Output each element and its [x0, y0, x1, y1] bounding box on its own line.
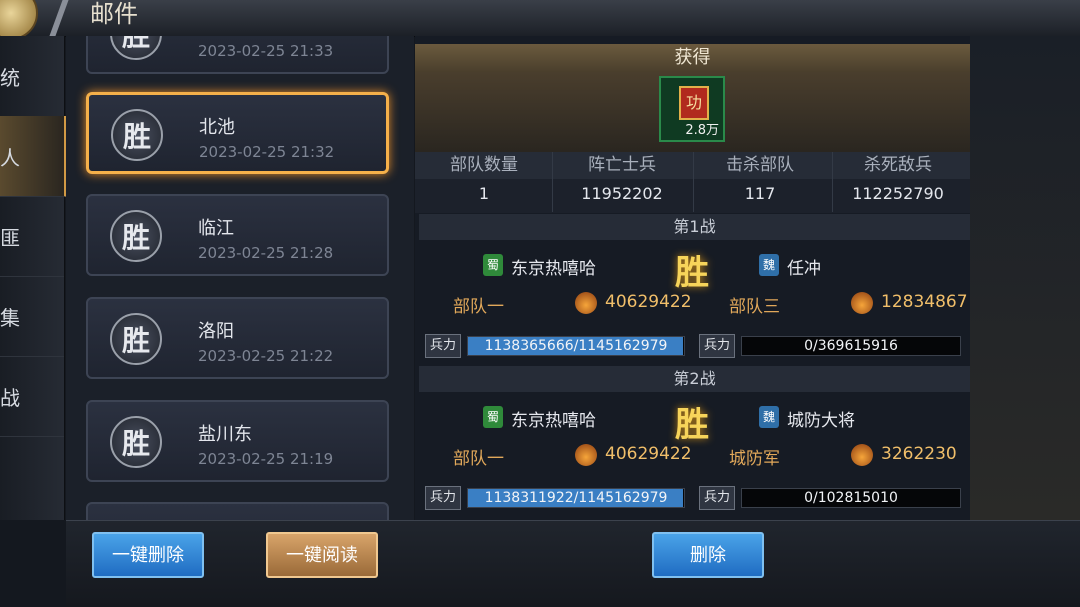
read-all-button[interactable]: 一键阅读 [266, 532, 378, 578]
reward-area: 功 2.8万 [415, 72, 970, 152]
player-name: 任冲 [787, 259, 821, 279]
tab-gather[interactable]: 集 [0, 276, 64, 357]
mail-time: 2023-02-25 21:33 [198, 42, 334, 60]
mail-time: 2023-02-25 21:19 [198, 450, 334, 468]
mail-location: 洛阳 [198, 321, 234, 342]
troop-bar: 0/102815010 [741, 488, 961, 508]
troop-count: 0/102815010 [804, 490, 898, 506]
tab-label: 战 [0, 386, 20, 410]
mail-item[interactable]: 胜 盐川东 2023-02-25 21:19 [86, 400, 389, 482]
delete-button[interactable]: 删除 [652, 532, 764, 578]
unit-name: 部队三 [729, 297, 780, 317]
mail-item[interactable]: 胜 2023-02-25 21:33 [86, 36, 389, 74]
tab-personal[interactable]: 人 [0, 116, 67, 197]
power-icon [851, 292, 873, 314]
troop-button[interactable]: 兵力 [699, 334, 735, 358]
combat-power: 40629422 [605, 292, 692, 312]
reward-amount: 2.8万 [685, 123, 719, 138]
wei-faction-icon: 魏 [759, 254, 779, 276]
mail-item[interactable]: 胜 临江 2023-02-25 21:28 [86, 194, 389, 276]
stat-header: 杀死敌兵 [864, 155, 932, 175]
victory-badge-icon: 胜 [110, 36, 162, 60]
power-icon [575, 292, 597, 314]
mail-location: 北池 [199, 117, 235, 138]
delete-all-button[interactable]: 一键删除 [92, 532, 204, 578]
defender: 魏 任冲 部队三 12834867 兵力 0/369615916 [695, 240, 970, 364]
mail-detail: 获得 功 2.8万 部队数量 阵亡士兵 击杀部队 杀死敌兵 1 11952202… [415, 36, 970, 520]
stat-value: 117 [744, 184, 776, 203]
mail-item[interactable]: 胜 洛阳 2023-02-25 21:22 [86, 297, 389, 379]
power-icon [851, 444, 873, 466]
top-bar: 邮件 [0, 0, 1080, 40]
combat-power: 12834867 [881, 292, 968, 312]
divider [693, 152, 694, 212]
unit-name: 部队一 [453, 297, 504, 317]
troop-bar: 1138365666/1145162979 [467, 336, 685, 356]
bottom-toolbar: 一键删除 一键阅读 删除 [66, 520, 1080, 607]
battle-title: 第2战 [419, 366, 970, 392]
tab-battle[interactable]: 战 [0, 356, 64, 437]
combat-power: 3262230 [881, 444, 957, 464]
category-sidebar: 统 人 匪 集 战 [0, 36, 67, 520]
tab-system[interactable]: 统 [0, 36, 64, 117]
stat-value: 11952202 [581, 184, 663, 203]
stat-header: 击杀部队 [726, 155, 794, 175]
player-name: 城防大将 [787, 411, 855, 431]
troop-bar: 0/369615916 [741, 336, 961, 356]
tab-label: 人 [0, 146, 20, 170]
page-title: 邮件 [90, 0, 138, 28]
mail-location: 盐川东 [198, 424, 252, 445]
unit-name: 城防军 [729, 449, 780, 469]
attacker: 蜀 东京热嘻哈 部队一 40629422 兵力 1138311922/11451… [415, 392, 692, 516]
shu-faction-icon: 蜀 [483, 254, 503, 276]
player-name: 东京热嘻哈 [511, 259, 596, 279]
troop-button[interactable]: 兵力 [425, 486, 461, 510]
troop-bar: 1138311922/1145162979 [467, 488, 685, 508]
battle-entry: 胜 蜀 东京热嘻哈 部队一 40629422 兵力 1138365666/114… [415, 240, 970, 364]
mail-time: 2023-02-25 21:32 [199, 143, 335, 161]
mail-time: 2023-02-25 21:28 [198, 244, 334, 262]
back-icon[interactable] [0, 0, 38, 40]
divider [552, 152, 553, 212]
tab-bandit[interactable]: 匪 [0, 196, 64, 277]
victory-badge-icon: 胜 [111, 109, 163, 161]
gain-title: 获得 [415, 44, 970, 72]
tab-label: 统 [0, 66, 20, 90]
stat-header: 阵亡士兵 [588, 155, 656, 175]
stat-value: 112252790 [852, 184, 944, 203]
victory-badge-icon: 胜 [110, 210, 162, 262]
map-background [970, 36, 1080, 520]
mail-location: 临江 [198, 218, 234, 239]
defender: 魏 城防大将 城防军 3262230 兵力 0/102815010 [695, 392, 970, 516]
troop-button[interactable]: 兵力 [425, 334, 461, 358]
stat-value: 1 [478, 184, 490, 203]
shu-faction-icon: 蜀 [483, 406, 503, 428]
divider [49, 0, 69, 36]
unit-name: 部队一 [453, 449, 504, 469]
merit-flag-icon: 功 [679, 86, 709, 120]
stat-header: 部队数量 [450, 155, 518, 175]
player-name: 东京热嘻哈 [511, 411, 596, 431]
merit-reward-icon[interactable]: 功 2.8万 [659, 76, 725, 142]
divider [832, 152, 833, 212]
battle-entry: 胜 蜀 东京热嘻哈 部队一 40629422 兵力 1138311922/114… [415, 392, 970, 516]
troop-count: 1138365666/1145162979 [484, 338, 668, 354]
mail-item[interactable] [86, 502, 389, 520]
victory-badge-icon: 胜 [110, 416, 162, 468]
mail-list[interactable]: 胜 2023-02-25 21:33 胜 北池 2023-02-25 21:32… [66, 36, 414, 520]
wei-faction-icon: 魏 [759, 406, 779, 428]
troop-button[interactable]: 兵力 [699, 486, 735, 510]
troop-count: 0/369615916 [804, 338, 898, 354]
tab-label: 集 [0, 306, 20, 330]
victory-badge-icon: 胜 [110, 313, 162, 365]
power-icon [575, 444, 597, 466]
mail-item-selected[interactable]: 胜 北池 2023-02-25 21:32 [86, 92, 389, 174]
attacker: 蜀 东京热嘻哈 部队一 40629422 兵力 1138365666/11451… [415, 240, 692, 364]
battle-title: 第1战 [419, 214, 970, 240]
troop-count: 1138311922/1145162979 [484, 490, 668, 506]
tab-label: 匪 [0, 226, 20, 250]
mail-time: 2023-02-25 21:22 [198, 347, 334, 365]
combat-power: 40629422 [605, 444, 692, 464]
